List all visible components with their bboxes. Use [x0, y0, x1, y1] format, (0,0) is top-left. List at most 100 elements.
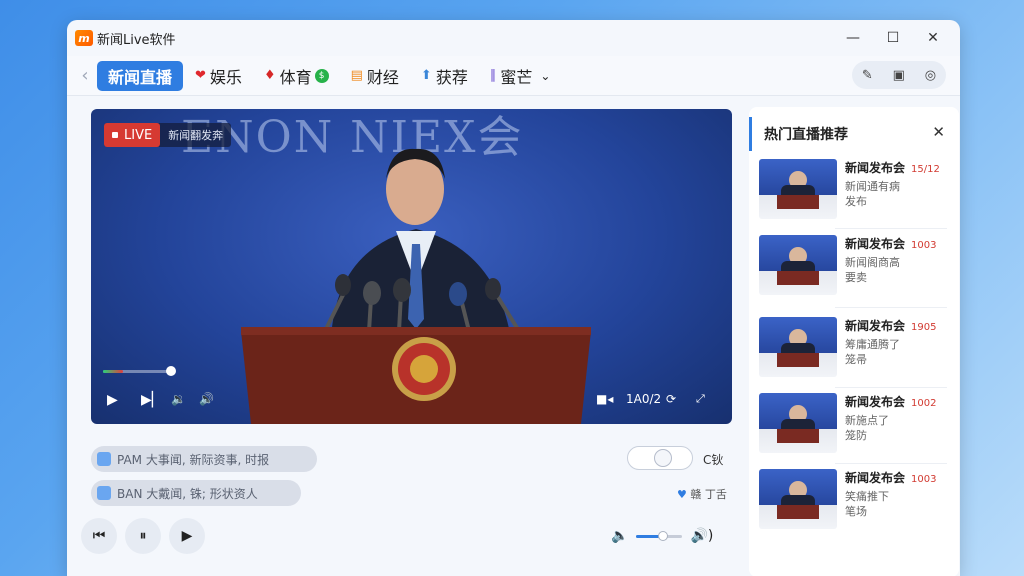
tab-news-live[interactable]: 新闻直播 [97, 60, 184, 91]
tab-label: 娱乐 [209, 67, 242, 87]
recommend-panel: 热门直播推荐 ✕ 新闻发布会 15/12 新闻通有病发布 新闻发布会 1003 新闻… [749, 107, 959, 576]
volume-control: 🔈 🔊) [611, 528, 713, 544]
tab-label: 新闻直播 [108, 67, 173, 87]
next-icon[interactable]: ▶▏ [141, 392, 163, 408]
tab-label: 体育 [279, 67, 312, 87]
caption-text: BAN 大戴闻, 铢; 形状资人 [117, 486, 258, 501]
speaker-scene [241, 148, 591, 424]
divider [835, 387, 947, 388]
back-icon[interactable]: ‹ [73, 65, 97, 86]
recommend-item[interactable]: 新闻发布会 1003 新闻阁商高要卖 [759, 235, 949, 301]
minimize-button[interactable]: — [836, 26, 870, 50]
chevron-down-icon: ⌄ [540, 68, 551, 83]
rec-title: 新闻发布会 [845, 237, 906, 251]
recommend-item[interactable]: 新闻发布会 1002 新施点了笼防 [759, 393, 949, 459]
tab-label: 财经 [366, 67, 399, 87]
sports-icon: ♦ [263, 68, 276, 83]
playback-controls: ⏮ ⏸ ▶ [81, 518, 205, 554]
rec-title: 新闻发布会 [845, 161, 906, 175]
divider [835, 463, 947, 464]
thumbnail [759, 235, 837, 295]
like-label[interactable]: ♥ 赣 丁舌 [677, 486, 727, 502]
tab-recommend[interactable]: ⬆ 获荐 [411, 61, 478, 91]
rec-desc: 要卖 [845, 271, 867, 284]
tab-sports[interactable]: ♦ 体育 $ [254, 61, 339, 91]
app-title: 新闻Live软件 [97, 32, 176, 48]
volume-slider[interactable] [636, 530, 683, 541]
rec-desc: 新施点了 [845, 414, 889, 427]
rec-desc: 发布 [845, 195, 867, 208]
rec-desc: 新闻阁商高 [845, 256, 900, 269]
rec-desc: 笼防 [845, 429, 867, 442]
fullscreen-icon[interactable]: ⤢ [696, 392, 705, 406]
caption-line-1[interactable]: PAM 大事闻, 新际资事, 时报 [91, 446, 317, 472]
loop-icon[interactable]: ⟳ [666, 392, 676, 406]
live-badge: LIVE 新闻翻发奔 [104, 123, 232, 147]
app-window: m 新闻Live软件 — ☐ ✕ ‹ 新闻直播 ❤ 娱乐 ♦ 体育 $ ▤ 财经 ⬆ 获荐… [67, 20, 960, 576]
rec-desc: 筹庸通腾了 [845, 338, 900, 351]
divider [835, 307, 947, 308]
seek-knob[interactable] [166, 366, 176, 376]
volume-icon[interactable]: 🔉 [171, 392, 186, 406]
pin-icon: ⬆ [420, 68, 432, 83]
camera-icon[interactable]: ■◂ [596, 392, 613, 406]
video-time: 1A0/2 [626, 392, 662, 406]
rec-desc: 笑痛推下 [845, 490, 889, 503]
chat-icon [97, 486, 111, 500]
close-button[interactable]: ✕ [916, 26, 950, 50]
live-video-player[interactable]: ENON NIEX会 LIVE 新闻翻发奔 ▶ ▶▏ 🔉 🔊 ■◂ 1A0/2 … [91, 109, 732, 424]
heart-icon: ❤ [195, 68, 206, 83]
rec-title: 新闻发布会 [845, 319, 906, 333]
recommend-item[interactable]: 新闻发布会 1003 笑痛推下 笔场 [759, 469, 949, 535]
tab-label: 蜜芒 [500, 67, 533, 87]
title-bar: m 新闻Live软件 — ☐ ✕ [67, 20, 960, 56]
thumbnail [759, 393, 837, 453]
rec-desc: 笼帚 [845, 353, 867, 366]
rec-desc: 新闻通有病 [845, 180, 900, 193]
toggle-label: C钬 [703, 453, 724, 467]
tab-finance[interactable]: ▤ 财经 [341, 61, 409, 91]
live-title: 新闻翻发奔 [168, 129, 224, 142]
like-text: 赣 丁舌 [690, 488, 727, 501]
previous-button[interactable]: ⏮ [81, 518, 117, 554]
rec-count: 1003 [911, 240, 937, 251]
bars-icon: ∥ [489, 68, 497, 83]
save-icon[interactable]: ▣ [893, 68, 905, 83]
settings-icon[interactable]: ◎ [925, 68, 936, 83]
rec-count: 15/12 [911, 164, 940, 175]
danmaku-toggle[interactable] [627, 446, 693, 470]
toolbar-actions: ✎ ▣ ◎ [852, 61, 946, 89]
chat-icon [97, 452, 111, 466]
volume-up-icon[interactable]: 🔊 [199, 392, 214, 406]
app-logo: m [75, 30, 93, 46]
recommend-item[interactable]: 新闻发布会 15/12 新闻通有病发布 [759, 159, 949, 225]
caption-text: PAM 大事闻, 新际资事, 时报 [117, 452, 270, 467]
close-icon[interactable]: ✕ [932, 123, 945, 141]
rec-desc: 笔场 [845, 505, 867, 518]
volume-max-icon[interactable]: 🔊) [690, 528, 713, 544]
tab-label: 获荐 [435, 67, 468, 87]
category-tabs: ‹ 新闻直播 ❤ 娱乐 ♦ 体育 $ ▤ 财经 ⬆ 获荐 ∥ 蜜芒 ⌄ ✎ ▣ ◎ [67, 56, 960, 96]
thumbnail [759, 317, 837, 377]
rec-count: 1002 [911, 398, 937, 409]
thumbnail [759, 159, 837, 219]
recommend-item[interactable]: 新闻发布会 1905 筹庸通腾了 笼帚 [759, 317, 949, 383]
panel-title: 热门直播推荐 [749, 117, 959, 151]
maximize-button[interactable]: ☐ [876, 26, 910, 50]
rec-title: 新闻发布会 [845, 395, 906, 409]
edit-icon[interactable]: ✎ [862, 68, 873, 83]
volume-icon[interactable]: 🔈 [611, 528, 628, 544]
rec-count: 1003 [911, 474, 937, 485]
thumbnail [759, 469, 837, 529]
play-icon[interactable]: ▶ [107, 392, 118, 408]
play-button[interactable]: ▶ [169, 518, 205, 554]
toggle-knob [654, 449, 672, 467]
heart-icon: ♥ [677, 488, 691, 501]
volume-knob[interactable] [658, 530, 669, 541]
seek-bar[interactable] [103, 366, 176, 376]
tab-entertainment[interactable]: ❤ 娱乐 [185, 61, 252, 91]
divider [835, 228, 947, 229]
tab-more[interactable]: ∥ 蜜芒 ⌄ [480, 61, 561, 91]
caption-line-2[interactable]: BAN 大戴闻, 铢; 形状资人 [91, 480, 301, 506]
pause-button[interactable]: ⏸ [125, 518, 161, 554]
